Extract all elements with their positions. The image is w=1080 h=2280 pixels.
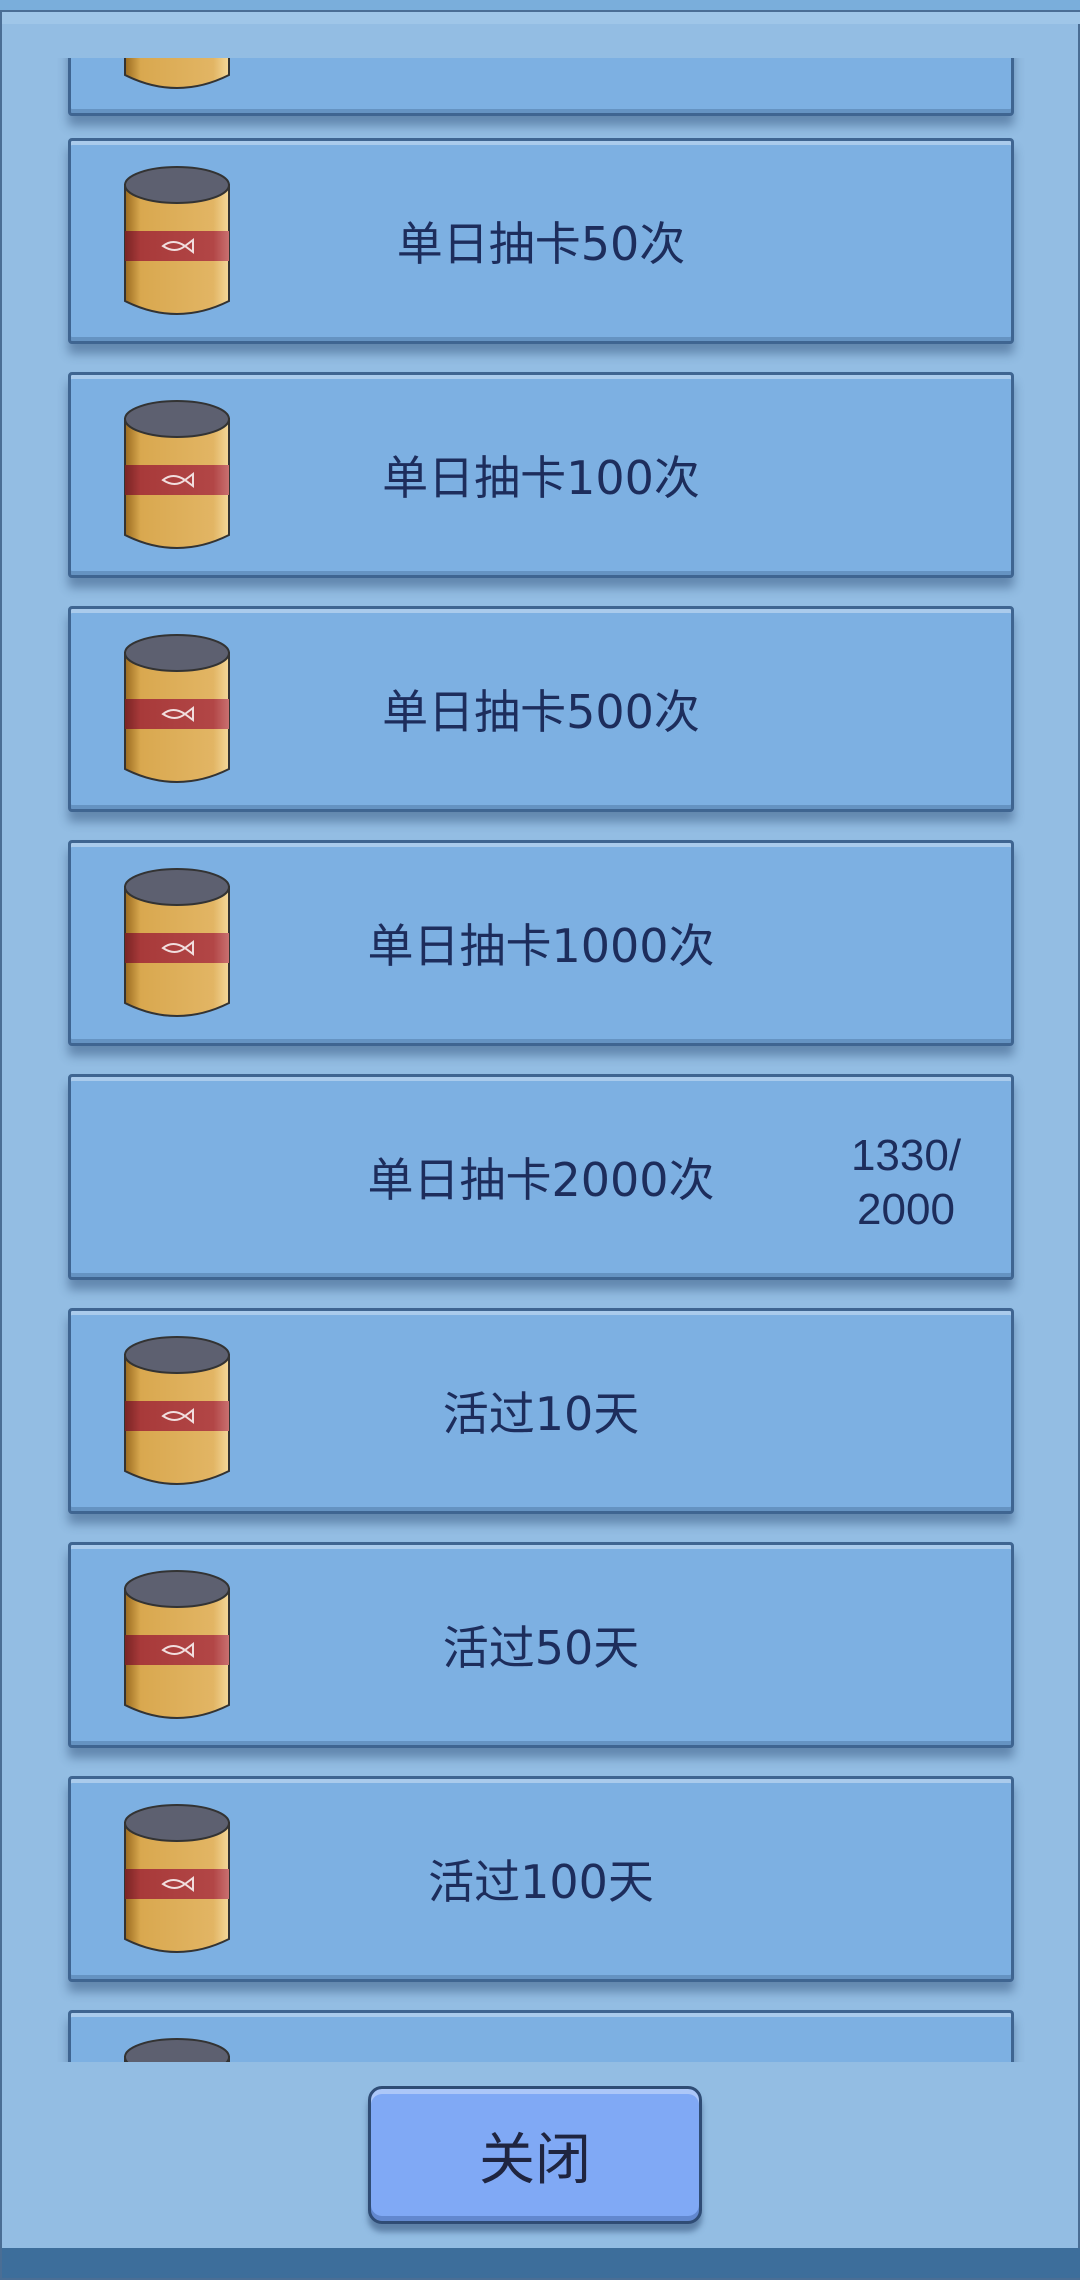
list-item[interactable]: 单日抽卡50次 xyxy=(68,138,1014,344)
item-label: 单日抽卡1000次 xyxy=(367,919,715,973)
item-label: 活过50天 xyxy=(442,1621,640,1675)
achievement-list[interactable]: 单日抽卡50次 单日抽卡100次 单日抽卡500次 单日抽卡1000次 单日抽卡… xyxy=(2,58,1080,2062)
item-label: 单日抽卡100次 xyxy=(382,451,700,505)
item-label: 活过100天 xyxy=(428,1855,654,1909)
fish-can-icon xyxy=(124,58,230,89)
list-item[interactable]: 单日抽卡100次 xyxy=(68,372,1014,578)
panel-top-strip xyxy=(2,12,1080,24)
list-item-partial-top[interactable] xyxy=(68,58,1014,116)
list-item[interactable]: 单日抽卡2000次 1330/ 2000 xyxy=(68,1074,1014,1280)
list-item[interactable]: 单日抽卡500次 xyxy=(68,606,1014,812)
progress-counter: 1330/ 2000 xyxy=(831,1129,981,1237)
achievement-panel: 单日抽卡50次 单日抽卡100次 单日抽卡500次 单日抽卡1000次 单日抽卡… xyxy=(0,10,1080,2280)
list-item[interactable]: 活过10天 xyxy=(68,1308,1014,1514)
item-label: 单日抽卡500次 xyxy=(382,685,700,739)
list-item[interactable]: 单日抽卡1000次 xyxy=(68,840,1014,1046)
list-item[interactable]: 活过100天 xyxy=(68,1776,1014,1982)
progress-current: 1330/ xyxy=(850,1131,962,1180)
close-button[interactable]: 关闭 xyxy=(368,2086,702,2224)
item-label: 单日抽卡50次 xyxy=(396,217,686,271)
list-item[interactable]: 活过50天 xyxy=(68,1542,1014,1748)
item-label: 活过10天 xyxy=(442,1387,640,1441)
fish-can-icon xyxy=(124,2038,230,2062)
panel-bottom-bar xyxy=(2,2248,1080,2278)
progress-total: 2000 xyxy=(857,1185,955,1234)
list-item-partial-bottom[interactable] xyxy=(68,2010,1014,2062)
